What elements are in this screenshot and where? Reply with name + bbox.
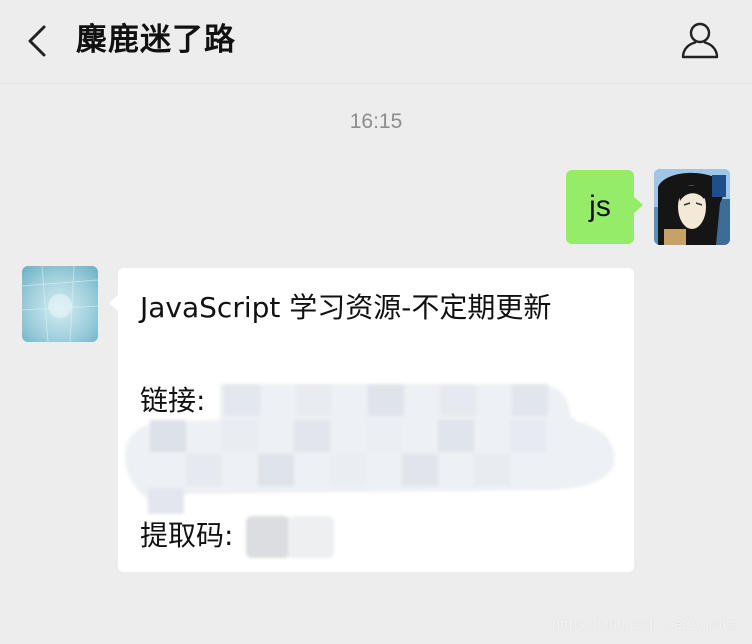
anime-character-avatar-image <box>654 169 730 245</box>
outgoing-message-bubble[interactable]: js <box>566 170 643 244</box>
person-outline-icon[interactable] <box>680 20 720 60</box>
message-timestamp: 16:15 <box>349 110 403 133</box>
snowy-scene-avatar-image <box>22 266 98 342</box>
redacted-code-mosaic <box>246 516 334 558</box>
redacted-link-mosaic <box>124 384 615 514</box>
avatar[interactable] <box>22 266 98 342</box>
message-title-line: JavaScript 学习资源-不定期更新 <box>140 291 552 324</box>
avatar[interactable] <box>654 169 730 245</box>
chevron-left-icon[interactable] <box>24 24 54 58</box>
message-code-label: 提取码: <box>140 519 234 552</box>
chat-header: 麋鹿迷了路 <box>0 0 752 84</box>
outgoing-message-text: js <box>589 190 611 223</box>
incoming-message-bubble[interactable]: JavaScript 学习资源-不定期更新 链接: 提取码: <box>109 268 634 572</box>
chat-title: 麋鹿迷了路 <box>76 22 236 58</box>
watermark-text: https://blog.csdn.net/Auroka <box>552 616 738 633</box>
